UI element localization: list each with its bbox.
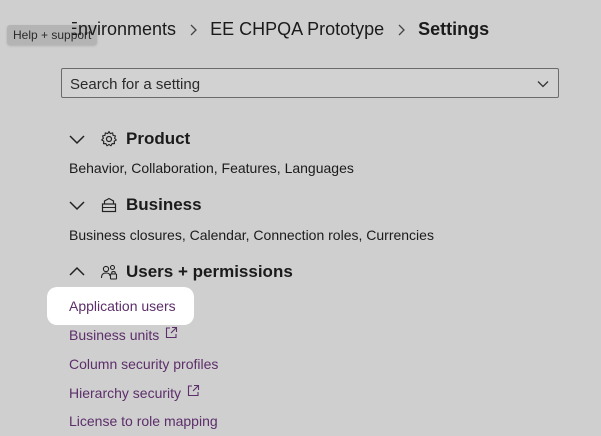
breadcrumb-settings: Settings <box>418 19 490 39</box>
business-icon <box>101 197 117 213</box>
users-permissions-icon <box>100 264 118 280</box>
link-application-users[interactable]: Application users <box>69 298 176 314</box>
breadcrumb: Environments EE CHPQA Prototype Settings <box>72 19 489 40</box>
section-product-header[interactable]: Product <box>68 129 190 149</box>
section-product-title: Product <box>126 129 191 148</box>
section-users-permissions-header[interactable]: Users + permissions <box>68 262 293 282</box>
chevron-up-icon <box>69 266 85 276</box>
chevron-right-icon <box>190 24 197 35</box>
breadcrumb-environment[interactable]: EE CHPQA Prototype <box>210 19 384 40</box>
chevron-down-icon <box>69 135 85 145</box>
gear-icon <box>101 130 117 147</box>
link-business-units[interactable]: Business units <box>69 326 178 343</box>
section-users-permissions-title: Users + permissions <box>126 262 293 281</box>
breadcrumb-environments[interactable]: Environments <box>72 19 176 40</box>
section-business-description: Business closures, Calendar, Connection … <box>69 227 434 243</box>
link-column-security-profiles[interactable]: Column security profiles <box>69 356 218 372</box>
section-product-description: Behavior, Collaboration, Features, Langu… <box>69 160 354 176</box>
link-license-to-role-mapping[interactable]: License to role mapping <box>69 413 218 429</box>
link-label: Hierarchy security <box>69 385 182 401</box>
link-hierarchy-security[interactable]: Hierarchy security <box>69 384 200 401</box>
link-label: Business units <box>69 327 160 343</box>
external-link-icon <box>187 384 200 396</box>
link-label: License to role mapping <box>69 413 218 429</box>
link-label: Column security profiles <box>69 356 219 372</box>
search-setting-dropdown[interactable]: Search for a setting <box>61 68 559 98</box>
link-label: Application users <box>69 298 176 314</box>
chevron-down-icon <box>69 201 85 211</box>
chevron-down-icon <box>537 81 549 88</box>
section-business-title: Business <box>126 195 202 214</box>
external-link-icon <box>166 326 178 338</box>
chevron-right-icon <box>398 24 406 35</box>
search-placeholder: Search for a setting <box>70 76 201 93</box>
section-business-header[interactable]: Business <box>68 195 202 215</box>
